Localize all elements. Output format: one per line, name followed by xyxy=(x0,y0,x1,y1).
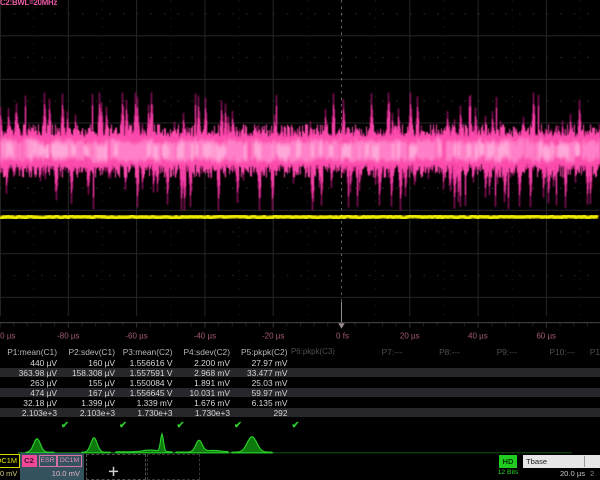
svg-text:-100 µs: -100 µs xyxy=(0,332,15,341)
svg-text:-20 µs: -20 µs xyxy=(262,332,284,341)
svg-text:20 µs: 20 µs xyxy=(400,332,420,341)
svg-text:0 fs: 0 fs xyxy=(336,332,349,341)
svg-text:-40 µs: -40 µs xyxy=(194,332,216,341)
svg-text:60 µs: 60 µs xyxy=(536,332,556,341)
svg-text:40 µs: 40 µs xyxy=(468,332,488,341)
svg-text:-80 µs: -80 µs xyxy=(57,332,79,341)
svg-text:-60 µs: -60 µs xyxy=(125,332,147,341)
